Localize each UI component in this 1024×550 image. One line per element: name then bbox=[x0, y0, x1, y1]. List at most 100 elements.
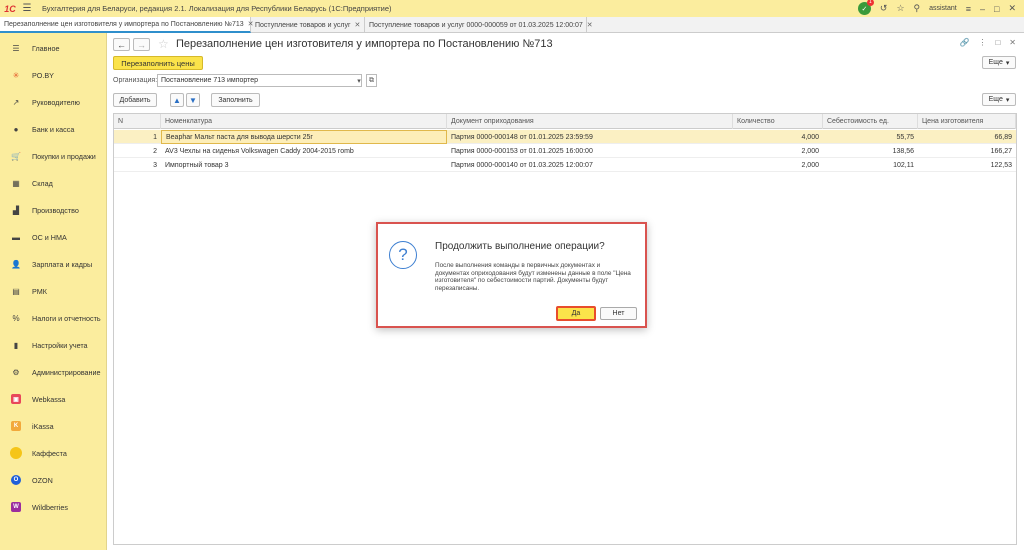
dropdown-icon[interactable]: ▾ bbox=[353, 74, 365, 87]
more-button[interactable]: Еще ▾ bbox=[982, 56, 1016, 69]
sidebar-item-poby[interactable]: ✳ PO.BY bbox=[0, 68, 107, 82]
sidebar-item-ikassa[interactable]: KiKassa bbox=[0, 419, 107, 433]
window-maximize-icon[interactable]: □ bbox=[995, 38, 1000, 47]
sidebar-item-webkassa[interactable]: ▣ Webkassa bbox=[0, 392, 107, 406]
favorite-star-icon[interactable]: ☆ bbox=[158, 37, 169, 51]
more-vertical-icon[interactable]: ⋮ bbox=[978, 38, 986, 47]
receipt-doc-cell[interactable]: Партия 0000-000140 от 01.03.2025 12:00:0… bbox=[447, 158, 733, 172]
sidebar-item-wildberries[interactable]: W Wildberries bbox=[0, 500, 107, 514]
sidebar-item-settings[interactable]: ▮ Настройки учета bbox=[0, 338, 107, 352]
sidebar-item-warehouse[interactable]: ▦ Склад bbox=[0, 176, 107, 190]
close-icon[interactable]: ✕ bbox=[1008, 3, 1016, 14]
move-down-icon[interactable]: ▼ bbox=[186, 93, 200, 107]
maximize-icon[interactable]: □ bbox=[994, 4, 999, 14]
sidebar-item-label: Покупки и продажи bbox=[32, 151, 96, 161]
notifications-badge: 1 bbox=[866, 0, 874, 6]
sidebar-item-label: Производство bbox=[32, 205, 79, 215]
favorites-icon[interactable]: ☆ bbox=[896, 3, 904, 14]
back-button[interactable]: ← bbox=[113, 38, 130, 51]
sidebar-item-production[interactable]: ▟ Производство bbox=[0, 203, 107, 217]
nomenclature-cell[interactable]: Импортный товар 3 bbox=[161, 158, 447, 172]
sidebar-item-manager[interactable]: ↗ Руководителю bbox=[0, 95, 107, 109]
trend-icon: ↗ bbox=[12, 97, 20, 107]
row-number: 2 bbox=[153, 147, 157, 155]
sidebar-item-label: Банк и касса bbox=[32, 124, 75, 134]
question-icon: ? bbox=[389, 241, 417, 269]
table-row[interactable]: 2 AV3 Чехлы на сиденья Volkswagen Caddy … bbox=[114, 144, 1016, 158]
tab-close-icon[interactable]: ✕ bbox=[355, 21, 361, 29]
forward-button[interactable]: → bbox=[133, 38, 150, 51]
notifications-icon[interactable]: ✓ 1 bbox=[857, 0, 874, 15]
manufacturer-price-cell[interactable]: 66,89 bbox=[918, 130, 1016, 144]
main-menu-icon[interactable]: ☰ bbox=[20, 0, 34, 17]
sidebar-item-label: PO.BY bbox=[32, 70, 54, 80]
organization-field[interactable]: Постановление 713 импортер bbox=[157, 74, 362, 87]
history-icon[interactable]: ↺ bbox=[880, 3, 888, 14]
column-header[interactable]: Документ оприходования bbox=[447, 114, 733, 129]
open-icon[interactable]: ⧉ bbox=[366, 74, 377, 87]
manufacturer-price-cell[interactable]: 122,53 bbox=[918, 158, 1016, 172]
sidebar-item-label: РМК bbox=[32, 286, 47, 296]
search-icon[interactable]: ⚲ bbox=[914, 3, 921, 14]
quantity-cell[interactable]: 2,000 bbox=[733, 158, 823, 172]
column-header[interactable]: N bbox=[114, 114, 161, 129]
tab-goods-receipt-doc[interactable]: Поступление товаров и услуг 0000-000059 … bbox=[365, 17, 593, 33]
app-logo-icon[interactable]: 1С bbox=[0, 0, 20, 17]
organization-label: Организация: bbox=[113, 77, 158, 84]
sidebar-item-ozon[interactable]: O OZON bbox=[0, 473, 107, 487]
sidebar-item-kaffesta[interactable]: Каффеста bbox=[0, 446, 107, 460]
person-icon: 👤 bbox=[11, 259, 21, 269]
sidebar-item-taxes[interactable]: % Налоги и отчетность bbox=[0, 311, 107, 325]
settings-menu-icon[interactable]: ≡ bbox=[966, 4, 971, 14]
unit-cost-cell[interactable]: 102,11 bbox=[823, 158, 918, 172]
dialog-message: После выполнения команды в первичных док… bbox=[435, 262, 631, 292]
fill-button[interactable]: Заполнить bbox=[211, 93, 260, 107]
factory-icon: ▟ bbox=[12, 205, 20, 215]
more-button-label: Еще bbox=[988, 96, 1003, 103]
sidebar-item-admin[interactable]: ⚙ Администрирование bbox=[0, 365, 107, 379]
sidebar-item-fixed-assets[interactable]: ▬ ОС и НМА bbox=[0, 230, 107, 244]
no-button[interactable]: Нет bbox=[600, 307, 637, 320]
tab-goods-receipt[interactable]: Поступление товаров и услуг ✕ bbox=[251, 17, 365, 33]
table-row[interactable]: 1 Beaphar Мальт паста для вывода шерсти … bbox=[114, 130, 1016, 144]
move-up-icon[interactable]: ▲ bbox=[170, 93, 184, 107]
page-title: Перезаполнение цен изготовителя у импорт… bbox=[176, 38, 553, 50]
unit-cost-cell[interactable]: 138,56 bbox=[823, 144, 918, 158]
window-close-icon[interactable]: ✕ bbox=[1009, 38, 1016, 47]
tab-close-icon[interactable]: ✕ bbox=[587, 21, 593, 29]
chevron-down-icon: ▾ bbox=[1005, 96, 1010, 104]
table-row[interactable]: 3 Импортный товар 3 Партия 0000-000140 о… bbox=[114, 158, 1016, 172]
refill-prices-button[interactable]: Перезаполнить цены bbox=[113, 56, 203, 70]
column-header[interactable]: Количество bbox=[733, 114, 823, 129]
sidebar-item-main[interactable]: ☰ Главное bbox=[0, 41, 107, 55]
sidebar-item-rmk[interactable]: ▤ РМК bbox=[0, 284, 107, 298]
sidebar-item-purchases[interactable]: 🛒 Покупки и продажи bbox=[0, 149, 107, 163]
yes-button[interactable]: Да bbox=[556, 306, 596, 321]
kaffesta-icon bbox=[10, 447, 22, 459]
quantity-cell[interactable]: 4,000 bbox=[733, 130, 823, 144]
wildberries-icon: W bbox=[10, 501, 22, 513]
asterisk-icon: ✳ bbox=[12, 70, 20, 80]
add-button[interactable]: Добавить bbox=[113, 93, 157, 107]
sidebar-item-salary[interactable]: 👤 Зарплата и кадры bbox=[0, 257, 107, 271]
link-icon[interactable]: 🔗 bbox=[959, 38, 969, 47]
receipt-doc-cell[interactable]: Партия 0000-000153 от 01.01.2025 16:00:0… bbox=[447, 144, 733, 158]
column-header[interactable]: Цена изготовителя bbox=[918, 114, 1016, 129]
user-name[interactable]: assistant bbox=[929, 5, 957, 12]
column-header[interactable]: Себестоимость ед. bbox=[823, 114, 918, 129]
unit-cost-cell[interactable]: 55,75 bbox=[823, 130, 918, 144]
minimize-icon[interactable]: – bbox=[980, 4, 985, 14]
table-more-button[interactable]: Еще ▾ bbox=[982, 93, 1016, 106]
tab-refill-prices[interactable]: Перезаполнение цен изготовителя у импорт… bbox=[0, 17, 254, 33]
webkassa-icon: ▣ bbox=[10, 393, 22, 405]
receipt-doc-cell[interactable]: Партия 0000-000148 от 01.01.2025 23:59:5… bbox=[447, 130, 733, 144]
manufacturer-price-cell[interactable]: 166,27 bbox=[918, 144, 1016, 158]
sidebar-item-bank[interactable]: ● Банк и касса bbox=[0, 122, 107, 136]
sidebar: ☰ Главное ✳ PO.BY ↗ Руководителю ● Банк и ка… bbox=[0, 33, 107, 550]
menu-icon: ☰ bbox=[12, 43, 20, 53]
nomenclature-cell[interactable]: AV3 Чехлы на сиденья Volkswagen Caddy 20… bbox=[161, 144, 447, 158]
nomenclature-cell[interactable]: Beaphar Мальт паста для вывода шерсти 25… bbox=[161, 130, 447, 144]
ikassa-icon: K bbox=[10, 420, 22, 432]
quantity-cell[interactable]: 2,000 bbox=[733, 144, 823, 158]
column-header[interactable]: Номенклатура bbox=[161, 114, 447, 129]
